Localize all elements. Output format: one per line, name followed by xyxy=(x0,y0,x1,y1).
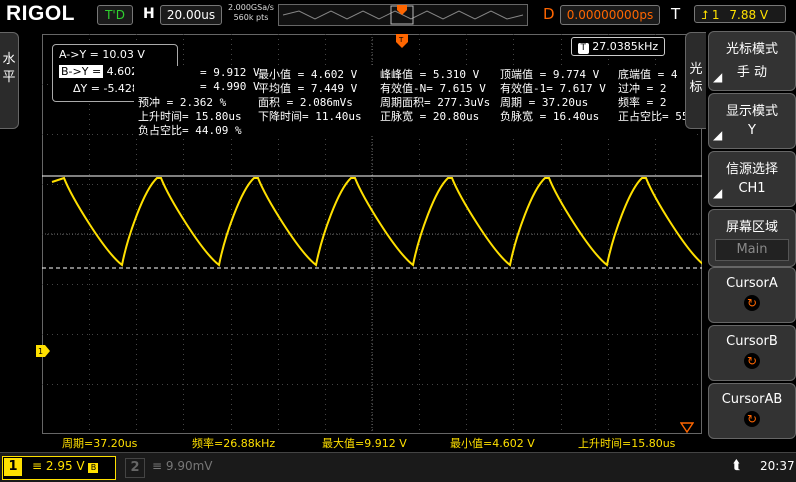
left-tab-label: 水平 xyxy=(2,52,16,85)
screen-region-value: Main xyxy=(715,239,789,261)
horizontal-menu-tab[interactable]: 水平 xyxy=(0,32,19,129)
meas-neg-duty: 负占空比= 44.09 % xyxy=(138,124,242,137)
chevron-down-icon: ◢ xyxy=(713,186,723,200)
display-mode-button[interactable]: 显示模式 Y ◢ xyxy=(708,93,796,149)
dc-coupling-icon: ≡ xyxy=(152,459,163,473)
horizontal-label: H xyxy=(143,6,155,22)
multipurpose-knob-icon: ↻ xyxy=(744,353,760,369)
ch1-waveform xyxy=(51,176,743,267)
bottom-rise-time: 上升时间=15.80us xyxy=(578,437,676,450)
bottom-min: 最小值=4.602 V xyxy=(450,437,535,450)
softkey-menu: 光标模式 手 动 ◢ 显示模式 Y ◢ 信源选择 CH1 ◢ 屏幕区域 Main… xyxy=(706,31,796,444)
cursor-ab-title: CursorAB xyxy=(721,392,783,407)
meas-neg-width: 负脉宽 = 16.40us xyxy=(500,110,600,123)
screen-region-button[interactable]: 屏幕区域 Main xyxy=(708,209,796,267)
measurement-panel: = 9.912 V 最小值 = 4.602 V 峰峰值 = 5.310 V 顶端… xyxy=(134,66,694,137)
channel-status-bar xyxy=(0,452,796,482)
dc-coupling-icon: ≡ xyxy=(32,459,43,473)
trigger-time-marker-icon: T xyxy=(396,34,408,54)
quick-measurement-strip: 周期=37.20us 频率=26.88kHz 最大值=9.912 V 最小值=4… xyxy=(42,434,702,450)
cursor-b-title: CursorB xyxy=(726,334,778,349)
cursor-mode-button[interactable]: 光标模式 手 动 ◢ xyxy=(708,31,796,91)
cursor-a-button[interactable]: CursorA ↻ xyxy=(708,267,796,323)
ch1-scale-value: 2.95 V xyxy=(45,459,85,473)
frequency-counter-value: 27.0385kHz xyxy=(592,40,659,53)
cursor-a-value: 10.03 V xyxy=(102,48,145,61)
multipurpose-knob-icon: ↻ xyxy=(744,295,760,311)
chevron-down-icon: ◢ xyxy=(713,128,723,142)
cursor-b-label: B->Y = xyxy=(59,65,104,78)
display-mode-title: 显示模式 xyxy=(725,104,778,119)
cursor-a-readout: A->Y = 10.03 V xyxy=(59,48,145,61)
bottom-frequency: 频率=26.88kHz xyxy=(192,437,276,450)
trigger-source-number: 1 xyxy=(711,8,720,22)
cursor-a-label: A->Y = xyxy=(59,48,99,61)
trigger-position-marker-icon xyxy=(397,0,407,15)
screen-region-title: 屏幕区域 xyxy=(725,220,778,235)
sample-rate: 2.000GSa/s xyxy=(228,3,274,12)
meas-pos-width: 正脉宽 = 20.80us xyxy=(380,110,480,123)
bottom-period: 周期=37.20us xyxy=(62,437,138,450)
ch1-number-badge: 1 xyxy=(4,458,22,476)
bandwidth-limit-icon: B xyxy=(88,463,99,473)
scroll-down-icon[interactable] xyxy=(679,419,695,434)
cursor-delta-label: ΔY = xyxy=(73,82,100,95)
memory-depth: 560k pts xyxy=(233,13,269,22)
cursor-a-title: CursorA xyxy=(726,276,778,291)
meas-pos-duty: 正占空比= 55 xyxy=(618,110,689,123)
cursor-menu-tab[interactable]: 光标 xyxy=(685,32,706,129)
ch2-number-badge[interactable]: 2 xyxy=(125,458,145,478)
brand-logo: RIGOL xyxy=(6,2,75,25)
trigger-level-value: 7.88 V xyxy=(729,8,769,22)
cursor-b-button[interactable]: CursorB ↻ xyxy=(708,325,796,381)
meas-vamp: = 4.990 V xyxy=(200,80,260,93)
source-select-title: 信源选择 xyxy=(725,162,778,177)
chevron-down-icon: ◢ xyxy=(713,70,723,84)
ch1-ground-marker-icon[interactable]: 1 xyxy=(36,342,50,357)
right-tab-label: 光标 xyxy=(689,62,703,95)
counter-icon: T xyxy=(577,43,589,54)
bottom-max: 最大值=9.912 V xyxy=(322,437,407,450)
clock: 20:37 xyxy=(760,459,795,473)
meas-fall-time: 下降时间= 11.40us xyxy=(258,110,362,123)
svg-text:T: T xyxy=(398,36,404,44)
ch2-scale-value: 9.90mV xyxy=(165,459,213,473)
multipurpose-knob-icon: ↻ xyxy=(744,411,760,427)
timebase-value[interactable]: 20.00us xyxy=(160,5,222,25)
delay-value[interactable]: 0.00000000ps xyxy=(560,5,660,25)
frequency-counter: T 27.0385kHz xyxy=(571,37,665,56)
rising-edge-icon: ⮥ xyxy=(701,8,709,22)
trigger-setting[interactable]: ⮥ 1 7.88 V xyxy=(694,5,786,23)
cursor-mode-title: 光标模式 xyxy=(725,42,778,57)
trigger-label: T xyxy=(671,5,681,23)
acquisition-info: 2.000GSa/s 560k pts xyxy=(228,3,274,23)
delay-label: D xyxy=(543,5,555,23)
usb-icon: ⮬ xyxy=(733,458,741,473)
run-state-badge[interactable]: T'D xyxy=(97,5,133,25)
cursor-ab-button[interactable]: CursorAB ↻ xyxy=(708,383,796,439)
source-select-button[interactable]: 信源选择 CH1 ◢ xyxy=(708,151,796,207)
ch1-scale: ≡ 2.95 V B xyxy=(32,459,99,473)
meas-max: = 9.912 V xyxy=(200,66,260,79)
svg-text:1: 1 xyxy=(38,347,43,356)
ch2-scale: ≡ 9.90mV xyxy=(152,459,213,473)
